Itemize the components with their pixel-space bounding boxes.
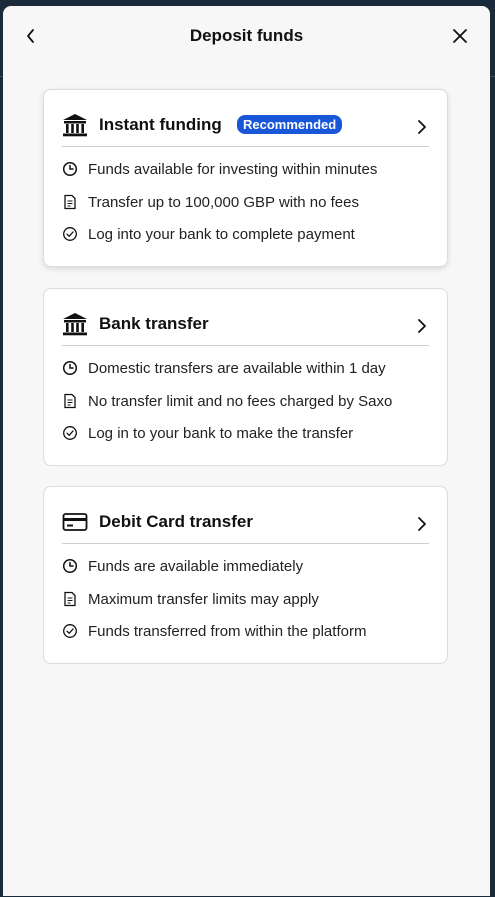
- feature-text: Domestic transfers are available within …: [88, 360, 386, 377]
- bank-icon: [63, 313, 87, 336]
- feature-item: Funds transferred from within the platfo…: [62, 622, 437, 642]
- feature-text: No transfer limit and no fees charged by…: [88, 393, 393, 410]
- feature-item: Transfer up to 100,000 GBP with no fees: [62, 193, 437, 213]
- feature-text: Funds transferred from within the platfo…: [88, 623, 367, 640]
- feature-text: Log in to your bank to make the transfer: [88, 425, 354, 442]
- card-header: Instant funding Recommended: [62, 110, 429, 147]
- recommended-badge: Recommended: [237, 115, 343, 134]
- feature-item: Log in to your bank to make the transfer: [62, 424, 437, 444]
- card-title: Instant funding: [99, 115, 222, 134]
- document-icon: [64, 591, 76, 607]
- card-header: Bank transfer: [62, 309, 429, 346]
- chevron-right-icon: [418, 120, 426, 134]
- feature-text: Funds are available immediately: [88, 558, 304, 575]
- deposit-funds-modal: Deposit funds Instant funding Recommende…: [3, 6, 490, 896]
- document-icon: [64, 393, 76, 409]
- clock-icon: [62, 161, 78, 177]
- option-card-bank-transfer[interactable]: Bank transfer Domestic transfers are ava…: [43, 288, 448, 466]
- modal-header: Deposit funds: [3, 6, 490, 70]
- feature-item: Funds are available immediately: [62, 557, 437, 577]
- close-icon: [453, 29, 467, 43]
- chevron-right-icon: [418, 517, 426, 531]
- option-card-instant-funding[interactable]: Instant funding Recommended Funds availa…: [43, 89, 448, 267]
- check-circle-icon: [63, 426, 77, 440]
- feature-item: Log into your bank to complete payment: [62, 225, 437, 245]
- card-title: Debit Card transfer: [99, 512, 253, 531]
- feature-text: Funds available for investing within min…: [88, 161, 378, 178]
- option-card-debit-card-transfer[interactable]: Debit Card transfer Funds are available …: [43, 486, 448, 664]
- card-header: Debit Card transfer: [62, 507, 429, 544]
- feature-item: Maximum transfer limits may apply: [62, 590, 437, 610]
- clock-icon: [62, 558, 78, 574]
- clock-icon: [62, 360, 78, 376]
- feature-text: Log into your bank to complete payment: [88, 226, 355, 243]
- feature-item: Domestic transfers are available within …: [62, 359, 437, 379]
- feature-item: Funds available for investing within min…: [62, 160, 437, 180]
- feature-text: Transfer up to 100,000 GBP with no fees: [88, 194, 359, 211]
- card-title: Bank transfer: [99, 314, 209, 333]
- document-icon: [64, 194, 76, 210]
- page-title: Deposit funds: [189, 26, 304, 45]
- check-circle-icon: [63, 624, 77, 638]
- bank-icon: [63, 114, 87, 137]
- feature-item: No transfer limit and no fees charged by…: [62, 392, 437, 412]
- feature-text: Maximum transfer limits may apply: [88, 591, 319, 608]
- check-circle-icon: [63, 227, 77, 241]
- close-button[interactable]: [448, 24, 472, 48]
- chevron-right-icon: [418, 319, 426, 333]
- credit-card-icon: [62, 513, 88, 531]
